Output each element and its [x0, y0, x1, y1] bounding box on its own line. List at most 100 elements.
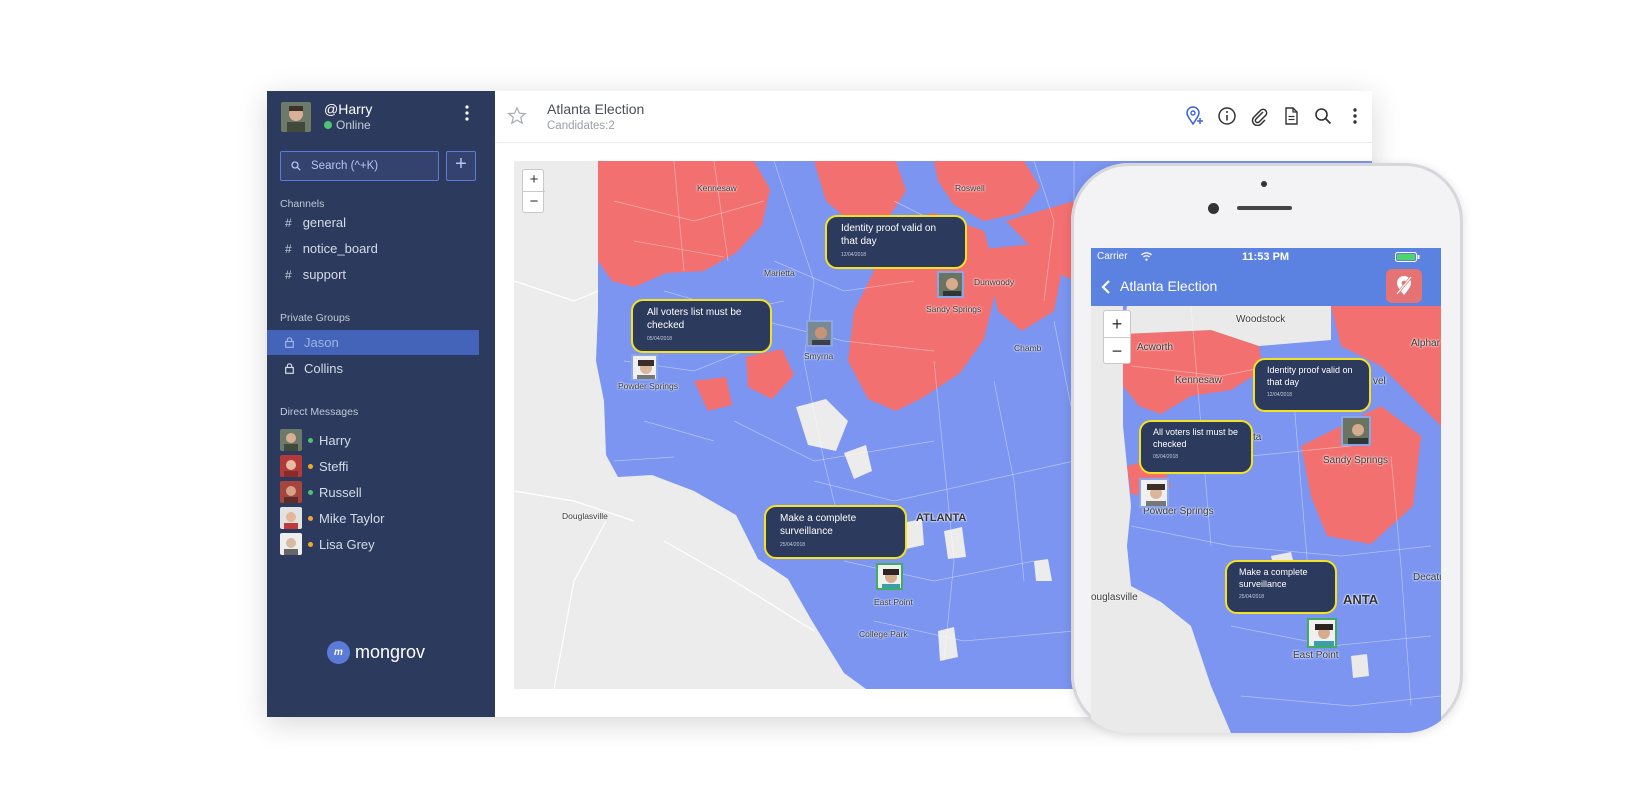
private-groups-title: Private Groups	[280, 312, 351, 324]
channel-item-support[interactable]: # support	[267, 262, 495, 287]
map-label-douglasville: ouglasville	[1091, 592, 1138, 603]
candidate-marker[interactable]	[1139, 478, 1169, 508]
carrier-label: Carrier	[1097, 251, 1128, 262]
group-label: Jason	[304, 335, 339, 350]
user-avatar[interactable]	[281, 102, 311, 132]
user-status: Online	[324, 118, 371, 132]
note-text: Make a complete surveillance	[1239, 567, 1308, 589]
phone-sensor	[1261, 181, 1267, 187]
note-date: 05/04/2018	[1153, 454, 1179, 460]
avatar	[280, 507, 302, 529]
dm-item-steffi[interactable]: Steffi	[280, 455, 480, 477]
hash-icon: #	[285, 267, 292, 282]
group-item-collins[interactable]: Collins	[267, 356, 479, 381]
zoom-out-button[interactable]: −	[523, 191, 545, 212]
map-label-smyrna: Smyrna	[804, 351, 834, 361]
search-input[interactable]: Search (^+K)	[280, 151, 439, 181]
candidate-marker[interactable]	[631, 354, 658, 381]
battery-icon	[1395, 252, 1420, 262]
candidate-marker-selected[interactable]	[1307, 618, 1337, 648]
dm-item-mike-taylor[interactable]: Mike Taylor	[280, 507, 480, 529]
map-label-college-park: College Park	[859, 629, 908, 639]
search-icon[interactable]	[1312, 105, 1334, 127]
presence-dot	[308, 541, 313, 547]
phone-camera	[1208, 203, 1219, 214]
map-label-atlanta: ATLANTA	[916, 512, 967, 524]
lock-icon	[285, 337, 294, 348]
phone-status-bar: Carrier 11:53 PM	[1091, 248, 1441, 266]
map-note-bubble[interactable]: All voters list must be checked 05/04/20…	[631, 299, 772, 353]
map-note-bubble[interactable]: Make a complete surveillance 25/04/2018	[764, 505, 907, 559]
map-label-kennesaw: Kennesaw	[1175, 375, 1222, 386]
add-button[interactable]: +	[446, 151, 476, 181]
sidebar-menu-icon[interactable]	[461, 105, 473, 127]
brand-name: mongrov	[355, 642, 426, 662]
note-text: Identity proof valid on that day	[1267, 365, 1353, 387]
lock-icon	[285, 363, 294, 374]
channel-item-notice-board[interactable]: # notice_board	[267, 236, 495, 261]
avatar	[280, 429, 302, 451]
dm-item-russell[interactable]: Russell	[280, 481, 480, 503]
search-placeholder: Search (^+K)	[311, 160, 379, 172]
hash-icon: #	[285, 241, 292, 256]
note-date: 12/04/2018	[1267, 392, 1293, 398]
phone-zoom-in-button[interactable]: +	[1104, 311, 1130, 337]
note-date: 25/04/2018	[780, 542, 806, 548]
brand: m mongrov	[327, 641, 425, 664]
candidate-marker[interactable]	[806, 320, 833, 347]
wifi-icon	[1141, 252, 1152, 261]
map-label-east-point: East Point	[874, 597, 913, 607]
avatar	[280, 533, 302, 555]
dm-item-lisa-grey[interactable]: Lisa Grey	[280, 533, 480, 555]
phone-note-bubble[interactable]: Identity proof valid on that day 12/04/2…	[1253, 358, 1371, 412]
mongrov-logo-icon: m	[327, 641, 350, 664]
map-label-decatur: Decatur	[1413, 572, 1441, 583]
phone-device: Carrier 11:53 PM Atlanta Election + − Wo…	[1071, 163, 1463, 733]
group-item-jason[interactable]: Jason	[267, 330, 479, 355]
phone-election-map[interactable]: + − Woodstock Acworth Alphar Kennesaw ve…	[1091, 306, 1441, 733]
candidate-marker[interactable]	[1341, 416, 1371, 446]
phone-zoom-control: + −	[1103, 310, 1131, 364]
add-location-icon[interactable]	[1184, 105, 1206, 127]
back-chevron-icon[interactable]	[1101, 279, 1111, 295]
user-status-label: Online	[336, 118, 371, 132]
candidate-marker[interactable]	[937, 271, 964, 298]
direct-messages-title: Direct Messages	[280, 406, 359, 418]
candidate-marker-selected[interactable]	[876, 563, 903, 590]
document-icon[interactable]	[1280, 105, 1302, 127]
map-label-alphar: Alphar	[1411, 338, 1440, 349]
map-note-bubble[interactable]: Identity proof valid on that day 12/04/2…	[825, 215, 967, 269]
map-label-acworth: Acworth	[1137, 342, 1174, 353]
map-label-atlanta: ANTA	[1343, 592, 1379, 607]
phone-nav-bar: Atlanta Election	[1091, 266, 1441, 306]
phone-speaker	[1237, 206, 1292, 210]
dm-label: Lisa Grey	[319, 536, 375, 552]
zoom-in-button[interactable]: +	[523, 170, 545, 191]
dm-label: Harry	[319, 432, 351, 448]
phone-zoom-out-button[interactable]: −	[1104, 337, 1130, 363]
map-label-sandy-springs: Sandy Springs	[926, 304, 982, 314]
more-icon[interactable]	[1344, 105, 1366, 127]
online-status-dot	[324, 121, 332, 129]
sidebar: @Harry Online Search (^+K) + Channels # …	[267, 91, 495, 717]
phone-note-bubble[interactable]: All voters list must be checked 05/04/20…	[1139, 420, 1253, 474]
presence-dot	[308, 463, 313, 469]
phone-note-bubble[interactable]: Make a complete surveillance 25/04/2018	[1225, 560, 1337, 614]
note-date: 12/04/2018	[841, 252, 867, 258]
dm-label: Mike Taylor	[319, 510, 385, 526]
info-icon[interactable]	[1216, 105, 1238, 127]
map-label-roswell: vel	[1373, 376, 1386, 387]
map-label-chamblee: Chamb	[1014, 343, 1042, 353]
note-text: Identity proof valid on that day	[841, 223, 937, 247]
channel-item-general[interactable]: # general	[267, 210, 495, 235]
avatar	[280, 481, 302, 503]
map-label-douglasville: Douglasville	[562, 511, 608, 521]
hide-location-button[interactable]	[1386, 269, 1422, 303]
channel-label: general	[302, 215, 347, 230]
attachment-icon[interactable]	[1248, 105, 1270, 127]
star-icon[interactable]	[507, 106, 527, 126]
note-text: Make a complete surveillance	[780, 513, 857, 537]
dm-item-harry[interactable]: Harry	[280, 429, 480, 451]
map-label-kennesaw: Kennesaw	[697, 183, 737, 193]
dm-label: Russell	[319, 484, 362, 500]
